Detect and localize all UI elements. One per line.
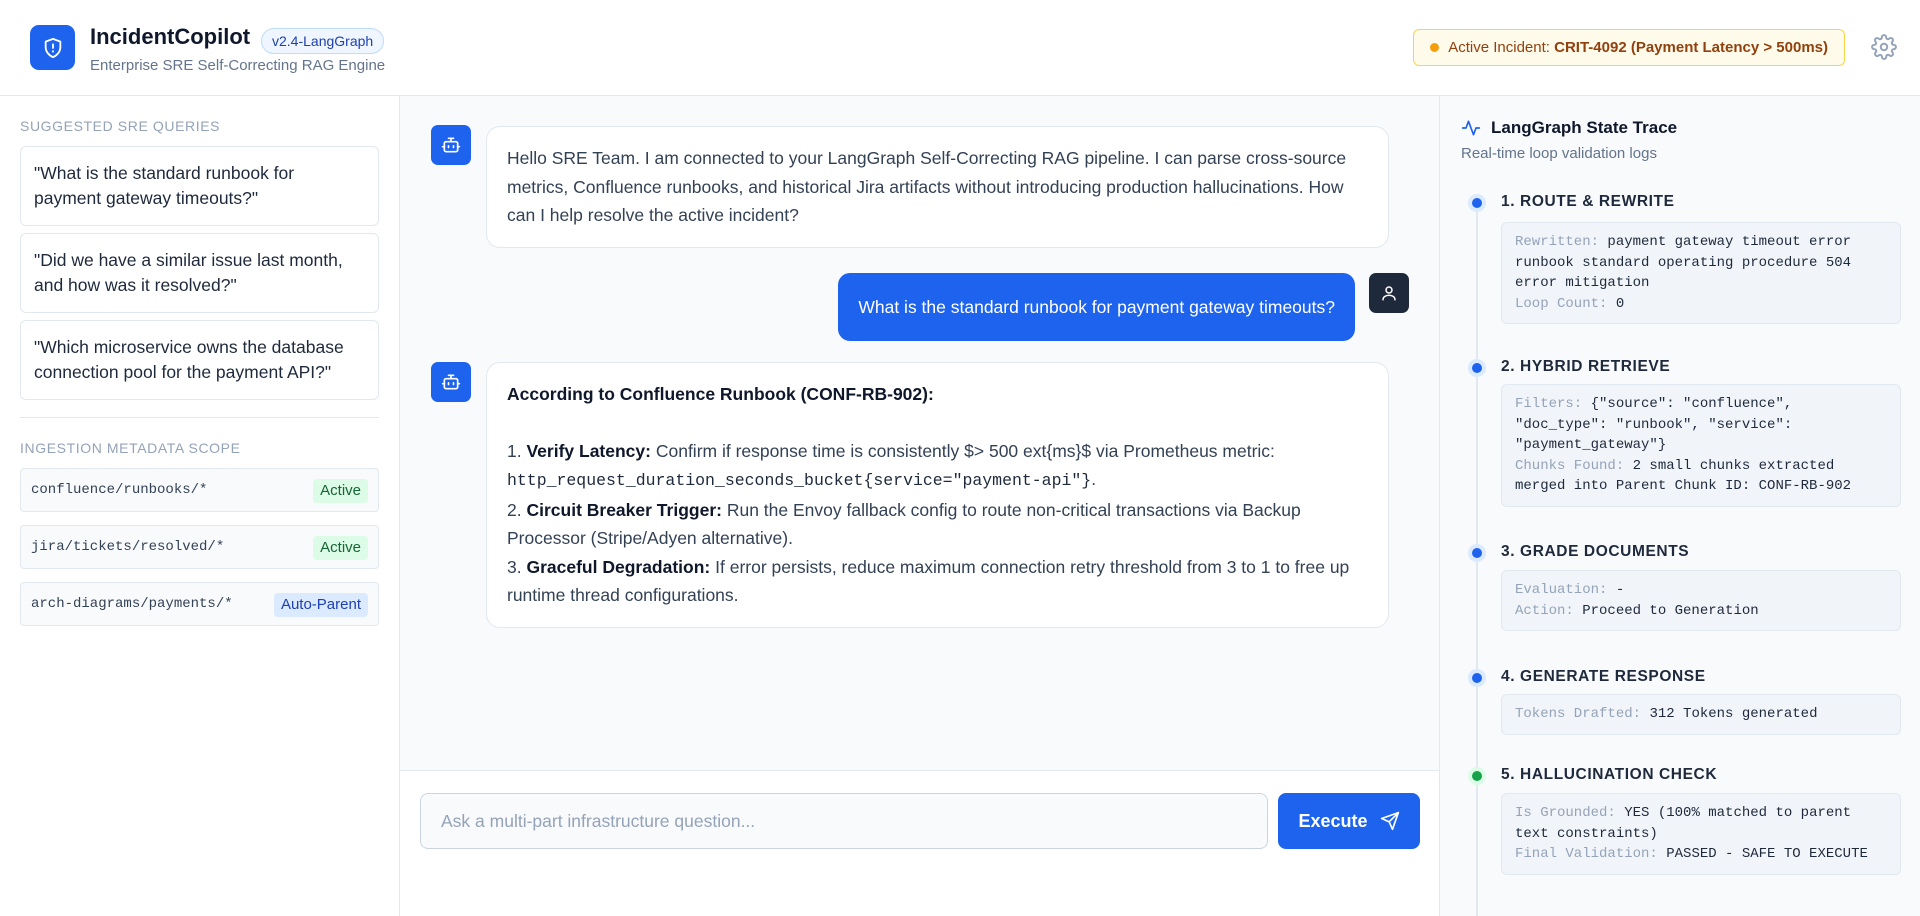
metadata-scope-row: arch-diagrams/payments/* Auto-Parent [20,582,379,626]
log-value: - [1615,582,1625,598]
execute-button[interactable]: Execute [1278,793,1420,849]
trace-step-log: Evaluation: - Action: Proceed to Generat… [1501,570,1901,631]
log-key: Filters: [1515,396,1583,412]
step-label: Circuit Breaker Trigger: [526,499,722,520]
step-text: Confirm if response time is consistently… [655,440,1275,461]
app-header: IncidentCopilot v2.4-LangGraph Enterpris… [0,0,1920,96]
status-badge: Active [313,536,368,560]
log-key: Action: [1515,602,1574,619]
log-key: Rewritten: [1515,234,1600,250]
status-badge: Active [313,479,368,503]
status-badge: Auto-Parent [273,593,368,617]
ingestion-metadata-title: INGESTION METADATA SCOPE [20,440,241,456]
log-key: Final Validation: [1515,846,1658,862]
sidebar-divider [20,417,379,418]
log-key: Evaluation: [1515,582,1608,598]
suggested-query-card[interactable]: "What is the standard runbook for paymen… [20,146,379,226]
trace-step-log: Is Grounded: YES (100% matched to parent… [1501,793,1901,875]
execute-label: Execute [1298,810,1368,831]
log-key: Is Grounded: [1515,805,1616,821]
assistant-message: Hello SRE Team. I am connected to your L… [486,126,1389,248]
state-trace-panel: LangGraph State Trace Real-time loop val… [1439,96,1920,916]
shield-logo-icon [30,25,75,70]
user-message: What is the standard runbook for payment… [838,273,1355,341]
assistant-answer: According to Confluence Runbook (CONF-RB… [486,362,1389,628]
gear-icon[interactable] [1871,34,1897,60]
warning-dot-icon [1430,43,1440,52]
trace-step-log: Rewritten: payment gateway timeout error… [1501,222,1901,324]
step-status-dot [1468,359,1486,377]
metadata-path: jira/tickets/resolved/* [31,539,225,555]
trace-step-log: Filters: {"source": "confluence", "doc_t… [1501,384,1901,507]
chat-input-bar: Execute [400,770,1439,870]
trace-step-title: 2. HYBRID RETRIEVE [1501,358,1671,375]
step-status-dot [1468,194,1486,212]
question-input[interactable] [420,793,1268,849]
incident-label: Active Incident: [1448,39,1550,56]
step-status-dot [1468,669,1486,687]
active-incident-banner[interactable]: Active Incident: CRIT-4092 (Payment Late… [1413,29,1845,66]
app-title: IncidentCopilot [90,24,251,49]
log-key: Loop Count: [1515,295,1608,312]
answer-step-3: 3. Graceful Degradation: If error persis… [507,556,1350,606]
step-label: Verify Latency: [526,440,651,461]
trace-step-title: 1. ROUTE & REWRITE [1501,193,1675,210]
version-badge: v2.4-LangGraph [261,28,385,54]
suggested-query-card[interactable]: "Which microservice owns the database co… [20,320,379,400]
send-icon [1380,811,1399,831]
metadata-path: arch-diagrams/payments/* [31,596,233,612]
trace-step-title: 4. GENERATE RESPONSE [1501,668,1706,685]
log-key: Tokens Drafted: [1515,706,1642,722]
log-value: 312 Tokens generated [1649,706,1818,722]
trace-title: LangGraph State Trace [1491,118,1678,137]
log-value: 0 [1615,295,1625,312]
log-key: Chunks Found: [1515,457,1625,474]
trace-step-title: 5. HALLUCINATION CHECK [1501,766,1718,783]
activity-pulse-icon [1461,120,1481,136]
answer-heading: According to Confluence Runbook (CONF-RB… [507,384,934,404]
step-status-dot-success [1468,767,1486,785]
trace-subtitle: Real-time loop validation logs [1461,145,1657,162]
prometheus-metric-code: http_request_duration_seconds_bucket{ser… [507,471,1092,490]
suggested-queries-title: SUGGESTED SRE QUERIES [20,118,221,134]
metadata-path: confluence/runbooks/* [31,482,208,498]
trace-step-title: 3. GRADE DOCUMENTS [1501,543,1690,560]
suggested-query-card[interactable]: "Did we have a similar issue last month,… [20,233,379,313]
step-status-dot [1468,544,1486,562]
step-label: Graceful Degradation: [526,556,711,577]
user-avatar-icon [1369,273,1409,313]
metadata-scope-row: confluence/runbooks/* Active [20,468,379,512]
bot-avatar-icon [431,125,471,165]
app-subtitle: Enterprise SRE Self-Correcting RAG Engin… [90,57,386,74]
metadata-scope-row: jira/tickets/resolved/* Active [20,525,379,569]
trace-step-log: Tokens Drafted: 312 Tokens generated [1501,694,1901,735]
log-value: PASSED - SAFE TO EXECUTE [1666,846,1868,862]
chat-panel: Hello SRE Team. I am connected to your L… [400,96,1439,870]
answer-step-2: 2. Circuit Breaker Trigger: Run the Envo… [507,499,1301,549]
answer-step-1: 1. Verify Latency: Confirm if response t… [507,440,1275,491]
sidebar: SUGGESTED SRE QUERIES "What is the stand… [0,96,400,916]
log-value: Proceed to Generation [1582,602,1759,619]
bot-avatar-icon [431,362,471,402]
incident-id: CRIT-4092 (Payment Latency > 500ms) [1554,39,1828,56]
